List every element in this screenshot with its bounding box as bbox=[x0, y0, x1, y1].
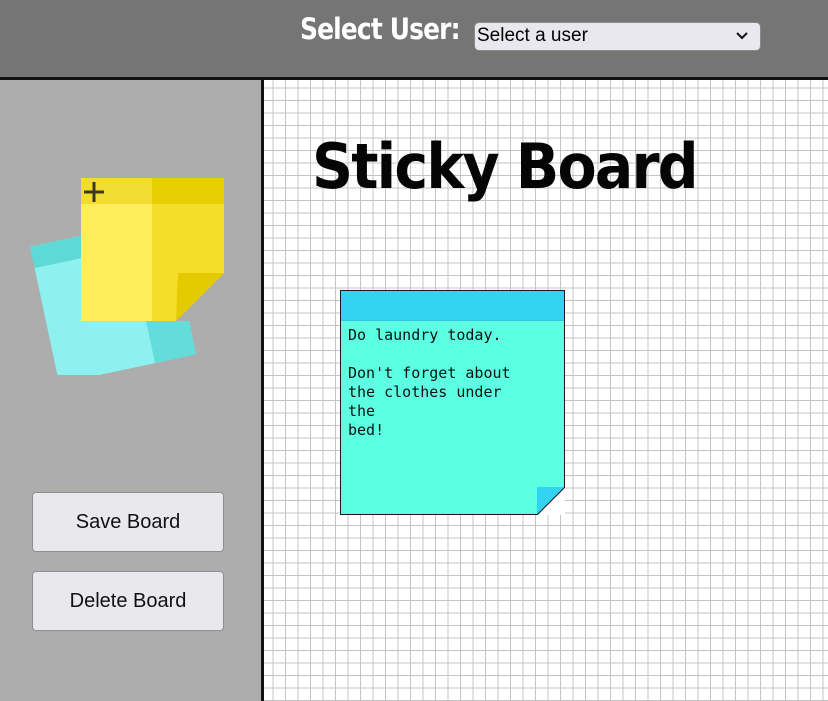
user-select-value: Select a user bbox=[477, 25, 588, 46]
top-bar: Select User: Select a user bbox=[0, 0, 828, 80]
sticky-note-header[interactable] bbox=[341, 291, 564, 321]
delete-board-button[interactable]: Delete Board bbox=[32, 571, 224, 631]
user-select-dropdown[interactable]: Select a user bbox=[474, 22, 761, 51]
select-user-label: Select User: bbox=[300, 12, 461, 46]
sticky-note[interactable]: Do laundry today. Don't forget about the… bbox=[340, 290, 565, 515]
sticky-notes-add-icon bbox=[30, 178, 224, 375]
save-board-button[interactable]: Save Board bbox=[32, 492, 224, 552]
page-title: Sticky Board bbox=[312, 130, 699, 203]
chevron-down-icon bbox=[736, 32, 748, 40]
sticky-note-text[interactable]: Do laundry today. Don't forget about the… bbox=[348, 326, 558, 440]
note-corner-fold-icon bbox=[537, 487, 565, 515]
